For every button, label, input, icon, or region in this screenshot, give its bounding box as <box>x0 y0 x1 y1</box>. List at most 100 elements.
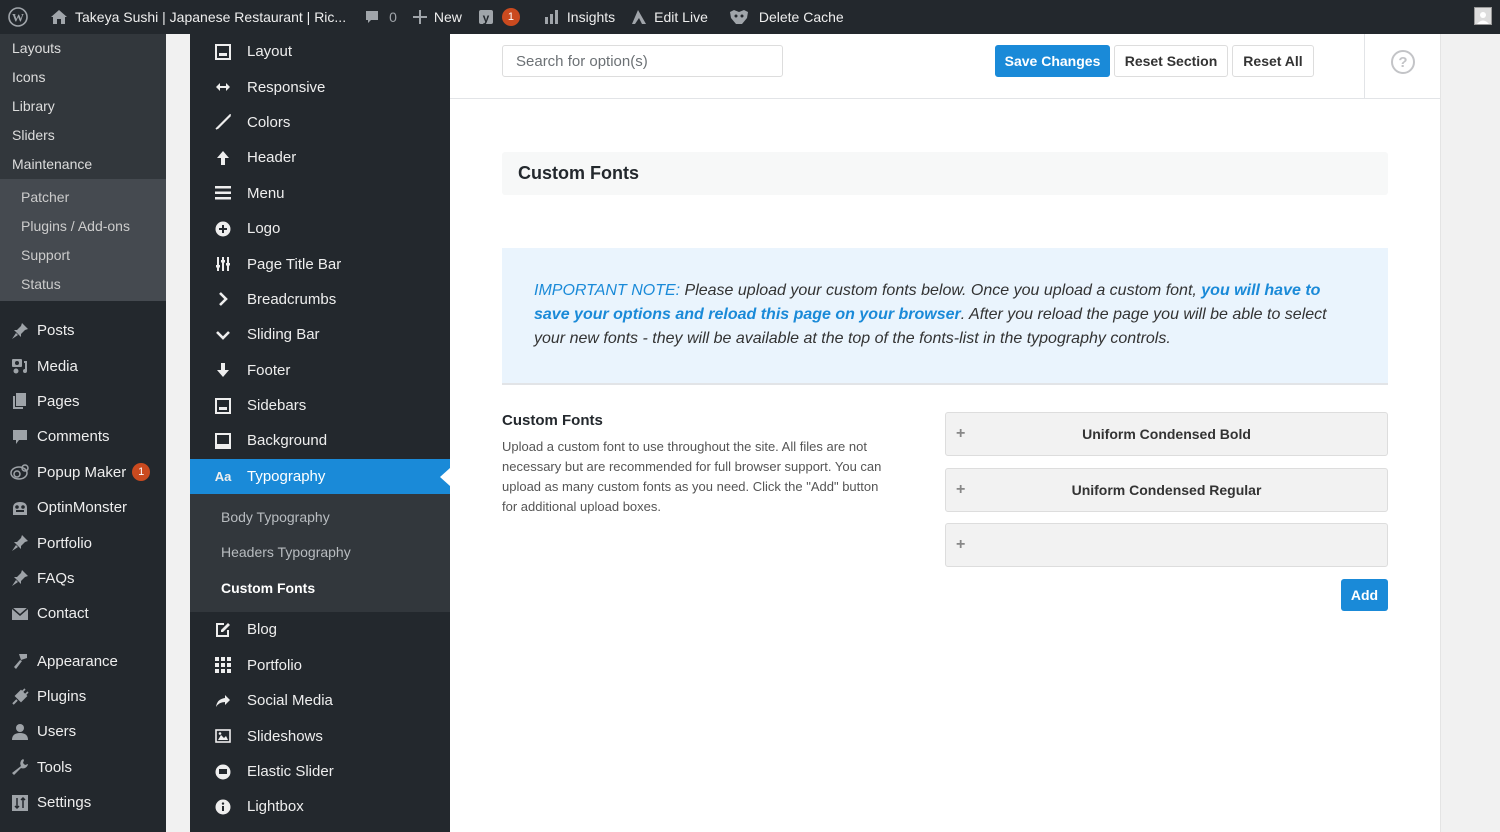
options-tab-page-title-bar[interactable]: Page Title Bar <box>190 246 450 281</box>
custom-font-row[interactable]: + <box>945 523 1388 567</box>
menu-item-optinmonster[interactable]: OptinMonster <box>0 490 166 525</box>
expand-plus-icon[interactable]: + <box>956 425 965 443</box>
help-icon[interactable]: ? <box>1391 50 1415 74</box>
options-tab-portfolio[interactable]: Portfolio <box>190 648 450 683</box>
hamburger-icon <box>214 184 232 202</box>
menu-item-posts[interactable]: Posts <box>0 313 166 348</box>
important-note: IMPORTANT NOTE: Please upload your custo… <box>502 248 1388 385</box>
reset-all-button[interactable]: Reset All <box>1232 45 1314 77</box>
menu-item-users[interactable]: Users <box>0 714 166 749</box>
options-tab-header[interactable]: Header <box>190 140 450 175</box>
options-tab-slideshows[interactable]: Slideshows <box>190 718 450 753</box>
new-label: New <box>433 9 462 25</box>
site-name-link[interactable]: Takeya Sushi | Japanese Restaurant | Ric… <box>36 0 354 34</box>
options-tab-lightbox[interactable]: Lightbox <box>190 789 450 824</box>
pin-icon <box>9 321 31 341</box>
wordpress-logo-button[interactable]: W <box>0 0 36 34</box>
submenu-item-maintenance[interactable]: Maintenance <box>0 150 166 179</box>
submenu-item-sliders[interactable]: Sliders <box>0 121 166 150</box>
submenu-item-layouts[interactable]: Layouts <box>0 34 166 63</box>
menu-label: Tools <box>37 758 73 776</box>
menu-label: Pages <box>37 392 80 410</box>
font-name: Uniform Condensed Bold <box>1082 426 1251 442</box>
brush-icon <box>9 651 31 671</box>
menu-item-pages[interactable]: Pages <box>0 384 166 419</box>
options-tab-label: Social Media <box>247 692 333 710</box>
arrow-down-icon <box>214 361 232 379</box>
options-tab-colors[interactable]: Colors <box>190 105 450 140</box>
pin-icon <box>9 568 31 588</box>
options-tab-social-media[interactable]: Social Media <box>190 683 450 718</box>
menu-item-tools[interactable]: Tools <box>0 750 166 785</box>
yoast-link[interactable]: y 1 <box>470 0 528 34</box>
typography-icon: Aa <box>214 468 232 484</box>
options-tab-menu[interactable]: Menu <box>190 176 450 211</box>
options-tab-blog[interactable]: Blog <box>190 612 450 647</box>
options-tab-logo[interactable]: Logo <box>190 211 450 246</box>
options-subtab-custom-fonts[interactable]: Custom Fonts <box>190 571 450 606</box>
submenu-item-status[interactable]: Status <box>0 270 166 299</box>
comments-link[interactable]: 0 <box>354 0 405 34</box>
plug-icon <box>9 687 31 707</box>
submenu-item-support[interactable]: Support <box>0 241 166 270</box>
insights-link[interactable]: Insights <box>528 0 623 34</box>
expand-plus-icon[interactable]: + <box>956 481 965 499</box>
submenu-item-patcher[interactable]: Patcher <box>0 183 166 212</box>
options-tab-label: Logo <box>247 220 281 238</box>
options-subtab-body-typography[interactable]: Body Typography <box>190 500 450 535</box>
menu-item-faqs[interactable]: FAQs <box>0 561 166 596</box>
menu-item-appearance[interactable]: Appearance <box>0 644 166 679</box>
wp-admin-menu: Layouts Icons Library Sliders Maintenanc… <box>0 34 166 832</box>
user-avatar[interactable] <box>1474 7 1492 25</box>
maintenance-submenu: Patcher Plugins / Add-ons Support Status <box>0 179 166 301</box>
options-tab-responsive[interactable]: Responsive <box>190 69 450 104</box>
new-content-link[interactable]: New <box>405 0 470 34</box>
options-tab-label: Page Title Bar <box>247 255 342 273</box>
options-tab-typography[interactable]: Aa Typography <box>190 458 450 495</box>
expand-plus-icon[interactable]: + <box>956 536 965 554</box>
menu-item-plugins[interactable]: Plugins <box>0 679 166 714</box>
menu-label: Plugins <box>37 688 87 706</box>
submenu-item-icons[interactable]: Icons <box>0 63 166 92</box>
delete-cache-link[interactable]: Delete Cache <box>716 0 852 34</box>
options-tab-label: Responsive <box>247 78 326 96</box>
custom-font-row[interactable]: + Uniform Condensed Regular <box>945 468 1388 512</box>
options-tab-label: Sidebars <box>247 397 307 415</box>
options-tab-label: Typography <box>247 467 326 485</box>
menu-item-portfolio[interactable]: Portfolio <box>0 525 166 560</box>
note-text: Please upload your custom fonts below. O… <box>680 282 1202 299</box>
submenu-item-library[interactable]: Library <box>0 92 166 121</box>
menu-label: Settings <box>37 794 92 812</box>
popup-maker-icon <box>9 462 31 482</box>
delete-cache-label: Delete Cache <box>758 9 844 25</box>
optinmonster-icon <box>9 498 31 518</box>
options-tab-footer[interactable]: Footer <box>190 353 450 388</box>
options-tab-layout[interactable]: Layout <box>190 34 450 69</box>
options-tab-sliding-bar[interactable]: Sliding Bar <box>190 317 450 352</box>
menu-item-popup-maker[interactable]: Popup Maker 1 <box>0 455 166 490</box>
sidebar-icon <box>214 397 232 415</box>
options-nav: Layout Responsive Colors Header Menu Log… <box>190 34 450 832</box>
options-tab-sidebars[interactable]: Sidebars <box>190 388 450 423</box>
menu-item-media[interactable]: Media <box>0 348 166 383</box>
search-options-input[interactable] <box>502 45 783 77</box>
edit-icon <box>214 621 232 639</box>
options-tab-elastic-slider[interactable]: Elastic Slider <box>190 754 450 789</box>
options-tab-background[interactable]: Background <box>190 423 450 458</box>
edit-live-link[interactable]: Edit Live <box>623 0 716 34</box>
note-prefix: IMPORTANT NOTE: <box>534 282 681 299</box>
custom-font-row[interactable]: + Uniform Condensed Bold <box>945 412 1388 456</box>
plus-circle-icon <box>214 220 232 238</box>
options-tab-label: Sliding Bar <box>247 326 320 344</box>
options-tab-breadcrumbs[interactable]: Breadcrumbs <box>190 282 450 317</box>
menu-item-settings[interactable]: Settings <box>0 785 166 820</box>
menu-item-comments[interactable]: Comments <box>0 419 166 454</box>
field-title: Custom Fonts <box>502 412 603 429</box>
options-tab-label: Blog <box>247 621 278 639</box>
reset-section-button[interactable]: Reset Section <box>1114 45 1228 77</box>
add-font-button[interactable]: Add <box>1341 579 1388 611</box>
options-subtab-headers-typography[interactable]: Headers Typography <box>190 535 450 570</box>
submenu-item-plugins-addons[interactable]: Plugins / Add-ons <box>0 212 166 241</box>
save-changes-button[interactable]: Save Changes <box>995 45 1110 77</box>
menu-item-contact[interactable]: Contact <box>0 596 166 631</box>
